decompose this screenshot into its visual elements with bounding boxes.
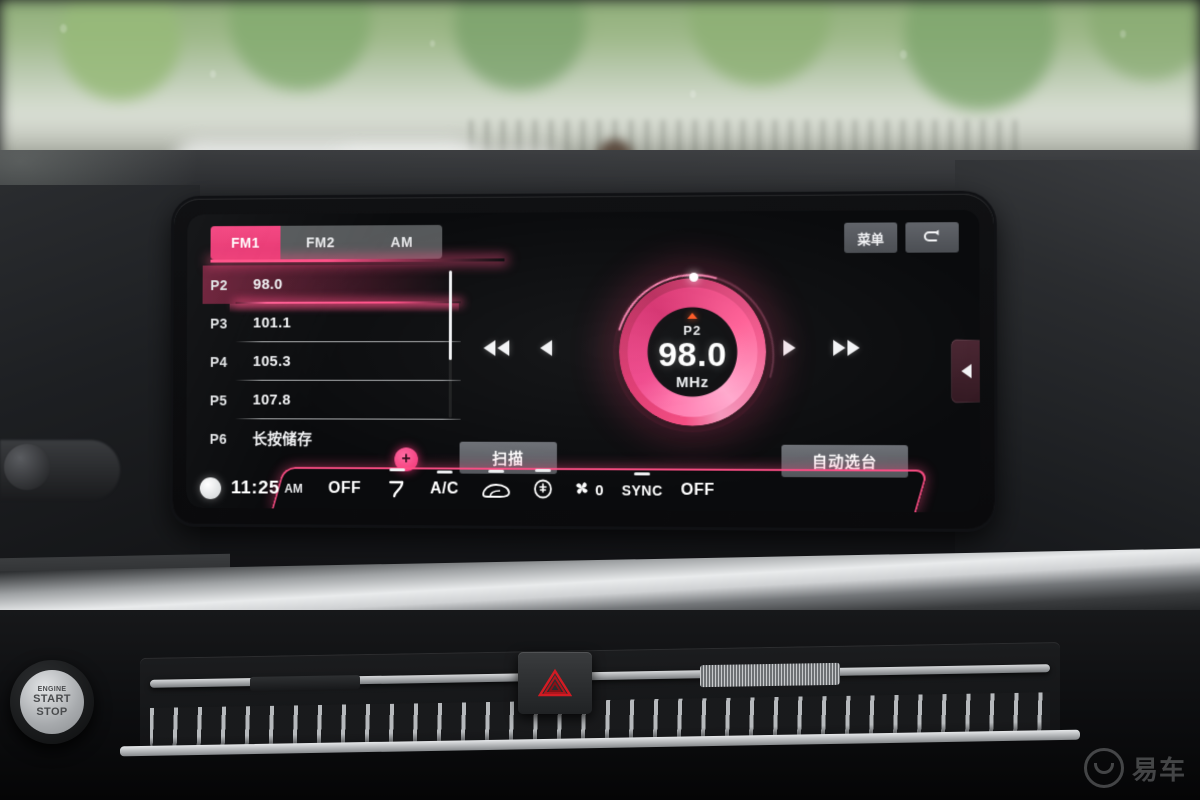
tab-fm2-label: FM2 [306, 234, 335, 251]
fan-level: 0 [595, 481, 604, 499]
band-tabs: FM1 FM2 AM [210, 224, 443, 260]
dial-frequency: 98.0 [658, 336, 727, 375]
water-droplet [210, 70, 216, 78]
infotainment-bezel: FM1 FM2 AM 菜单 P2 98.0 P3 101.1 P4 105.3 … [172, 193, 995, 530]
menu-button[interactable]: 菜单 [844, 222, 898, 253]
front-defrost-icon[interactable] [532, 468, 554, 501]
dial-marker-icon [687, 312, 698, 319]
preset-value-p2: 98.0 [253, 276, 283, 293]
preset-value-p4: 105.3 [252, 353, 291, 370]
sync-button[interactable]: SYNC [621, 472, 663, 499]
clock-time: 11:25 [230, 477, 280, 499]
preset-value-p5: 107.8 [252, 391, 291, 409]
watermark-logo-icon [1083, 748, 1124, 788]
water-droplet [690, 90, 696, 98]
preset-slot-p2: P2 [210, 276, 228, 293]
preset-slot-p6: P6 [209, 430, 228, 447]
preset-value-p6: 长按储存 [252, 431, 313, 449]
vent-secondary-control[interactable] [250, 675, 360, 691]
preset-row-p3[interactable]: P3 101.1 [202, 303, 461, 343]
preset-scrollbar[interactable] [448, 270, 453, 418]
preset-row-p6[interactable]: P6 长按储存 [202, 419, 459, 458]
engine-start-stop-face: ENGINE START STOP [20, 670, 84, 734]
add-preset-label: + [401, 450, 411, 468]
water-droplet [1120, 30, 1126, 38]
tab-am[interactable]: AM [361, 224, 443, 260]
dial-center: P2 98.0 MHz [613, 271, 772, 432]
water-droplet [900, 50, 907, 59]
watermark-logo-inner [1093, 762, 1114, 774]
preset-row-p2[interactable]: P2 98.0 [202, 264, 461, 304]
rewind-fast-icon[interactable] [481, 338, 513, 358]
fan-control[interactable]: 0 [574, 480, 604, 500]
tab-underglow [210, 258, 505, 263]
next-icon[interactable] [781, 338, 797, 358]
vent-knurled-control[interactable] [700, 662, 840, 688]
climate-items: 11:25 AM OFF A/C 0 SYNC OFF [186, 468, 980, 512]
front-defrost-indicator-bar [535, 468, 552, 472]
fan-icon [574, 480, 590, 500]
forward-fast-icon[interactable] [830, 338, 863, 358]
previous-icon[interactable] [538, 338, 554, 358]
stop-label: STOP [36, 705, 68, 718]
dashboard-scene: FM1 FM2 AM 菜单 P2 98.0 P3 101.1 P4 105.3 … [0, 0, 1200, 800]
ac-label: A/C [430, 480, 459, 498]
dashboard-left-panel [0, 185, 200, 605]
engine-label: ENGINE [37, 686, 67, 694]
scan-button-label: 扫描 [492, 450, 525, 468]
rear-defrost-icon[interactable] [481, 469, 513, 500]
hazard-triangle-icon [538, 668, 572, 698]
steering-stalk-knob[interactable] [4, 444, 50, 490]
drawer-left-arrow-icon [960, 363, 973, 379]
infotainment-screen[interactable]: FM1 FM2 AM 菜单 P2 98.0 P3 101.1 P4 105.3 … [186, 209, 981, 513]
sync-label: SYNC [621, 482, 663, 499]
back-arrow-icon [922, 229, 943, 245]
tuner-dial[interactable]: P2 98.0 MHz [586, 245, 804, 463]
climate-bar: 11:25 AM OFF A/C 0 SYNC OFF [186, 466, 980, 513]
clock-meridiem: AM [284, 481, 303, 496]
preset-row-p5[interactable]: P5 107.8 [202, 381, 461, 420]
airflow-indicator-bar [389, 468, 406, 472]
menu-button-label: 菜单 [857, 231, 884, 247]
dial-unit: MHz [676, 373, 709, 392]
water-droplet [430, 40, 435, 47]
watermark-text: 易车 [1131, 754, 1186, 785]
hazard-button[interactable] [518, 652, 592, 714]
preset-row-p4[interactable]: P4 105.3 [202, 342, 461, 381]
engine-start-stop-button[interactable]: ENGINE START STOP [10, 660, 94, 744]
preset-value-p3: 101.1 [252, 314, 291, 332]
rear-defrost-indicator-bar [488, 469, 505, 473]
preset-slot-p3: P3 [210, 315, 228, 331]
preset-slot-p4: P4 [210, 353, 228, 370]
ac-indicator-bar [436, 470, 453, 474]
tab-fm1-label: FM1 [231, 234, 260, 251]
ac-button[interactable]: A/C [430, 470, 459, 498]
preset-slot-p5: P5 [209, 392, 228, 408]
driver-seat-circle-icon[interactable] [199, 477, 222, 500]
tab-fm1[interactable]: FM1 [210, 225, 281, 260]
side-drawer-handle[interactable] [951, 339, 981, 404]
water-droplet [60, 24, 67, 33]
airflow-face-icon[interactable] [387, 468, 409, 500]
screen-top-right-buttons: 菜单 [844, 222, 959, 253]
back-button[interactable] [905, 222, 959, 253]
tab-fm2[interactable]: FM2 [280, 225, 361, 260]
sync-indicator-bar [634, 472, 651, 476]
tab-am-label: AM [390, 234, 414, 250]
preset-list: P2 98.0 P3 101.1 P4 105.3 P5 107.8 P6 长按… [202, 264, 461, 459]
driver-temp-label: OFF [328, 479, 362, 497]
driver-temp-value[interactable]: OFF [328, 480, 361, 498]
passenger-temp-label: OFF [680, 481, 715, 499]
preset-scrollbar-thumb[interactable] [448, 270, 453, 361]
watermark: 易车 [1083, 748, 1186, 788]
passenger-temp-value[interactable]: OFF [681, 482, 715, 500]
start-label: START [33, 693, 71, 706]
